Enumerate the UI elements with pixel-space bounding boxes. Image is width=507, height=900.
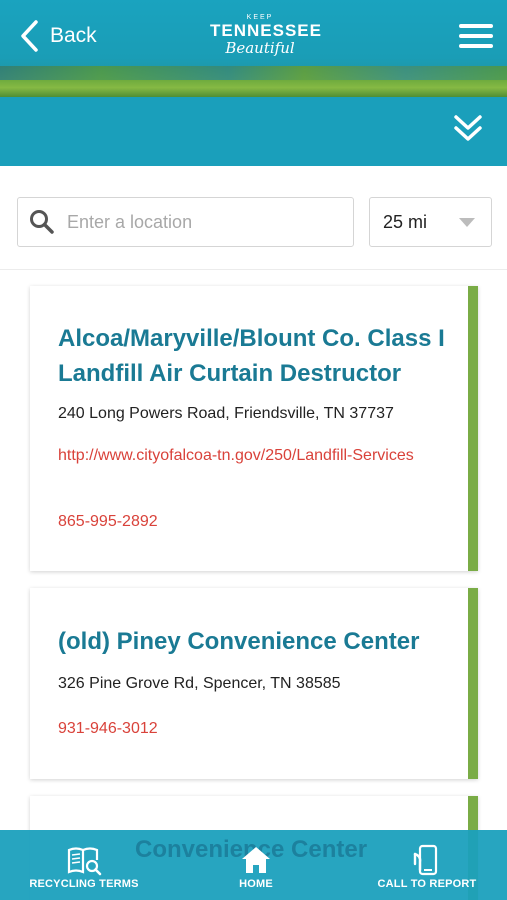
nav-home[interactable]: HOME [226,830,286,900]
result-address: 326 Pine Grove Rd, Spencer, TN 38585 [58,675,341,692]
expand-filters-button[interactable] [452,113,484,145]
result-address: 240 Long Powers Road, Friendsville, TN 3… [58,405,394,422]
menu-line [459,24,493,28]
logo-beautiful-text: Beautiful [225,39,295,57]
nav-call-to-report[interactable]: CALL TO REPORT [374,830,480,900]
search-icon [30,210,54,234]
caret-down-icon [459,218,475,227]
result-title[interactable]: Alcoa/Maryville/Blount Co. Class I Landf… [58,321,448,391]
chevron-left-icon [21,20,38,52]
book-search-icon [67,847,102,876]
result-title[interactable]: (old) Piney Convenience Center [58,624,448,659]
hamburger-menu-button[interactable] [459,24,495,50]
result-phone-link[interactable]: 865-995-2892 [58,513,158,531]
phone-report-icon [413,844,438,876]
radius-select[interactable]: 25 mi [369,197,492,247]
menu-line [459,44,493,48]
logo-tennessee-text: TENNESSEE [210,21,322,40]
menu-line [459,34,493,38]
home-icon [242,847,270,873]
app-header: Back KEEP TENNESSEE Beautiful [0,0,507,97]
nav-home-label: HOME [239,878,273,890]
result-website-link[interactable]: http://www.cityofalcoa-tn.gov/250/Landfi… [58,443,443,468]
back-button[interactable]: Back [18,18,97,54]
search-row: 25 mi [0,166,507,270]
location-search-input[interactable] [67,211,337,233]
filter-toggle-bar [0,97,507,166]
keep-tennessee-beautiful-logo: KEEP TENNESSEE Beautiful [210,14,322,60]
nav-recycling-terms-label: RECYCLING TERMS [29,878,139,890]
back-label: Back [50,24,97,47]
header-scenery-image [0,66,507,97]
nav-recycling-terms[interactable]: RECYCLING TERMS [28,830,140,900]
nav-call-to-report-label: CALL TO REPORT [377,878,477,890]
bottom-navigation: Convenience Center RECYCLING TERMS HOME … [0,830,507,900]
radius-selected-value: 25 mi [383,211,428,232]
double-chevron-down-icon [454,115,482,141]
result-phone-link[interactable]: 931-946-3012 [58,720,158,738]
result-card[interactable]: (old) Piney Convenience Center 326 Pine … [30,588,478,779]
location-search-box[interactable] [17,197,354,247]
result-card[interactable]: Alcoa/Maryville/Blount Co. Class I Landf… [30,286,478,571]
